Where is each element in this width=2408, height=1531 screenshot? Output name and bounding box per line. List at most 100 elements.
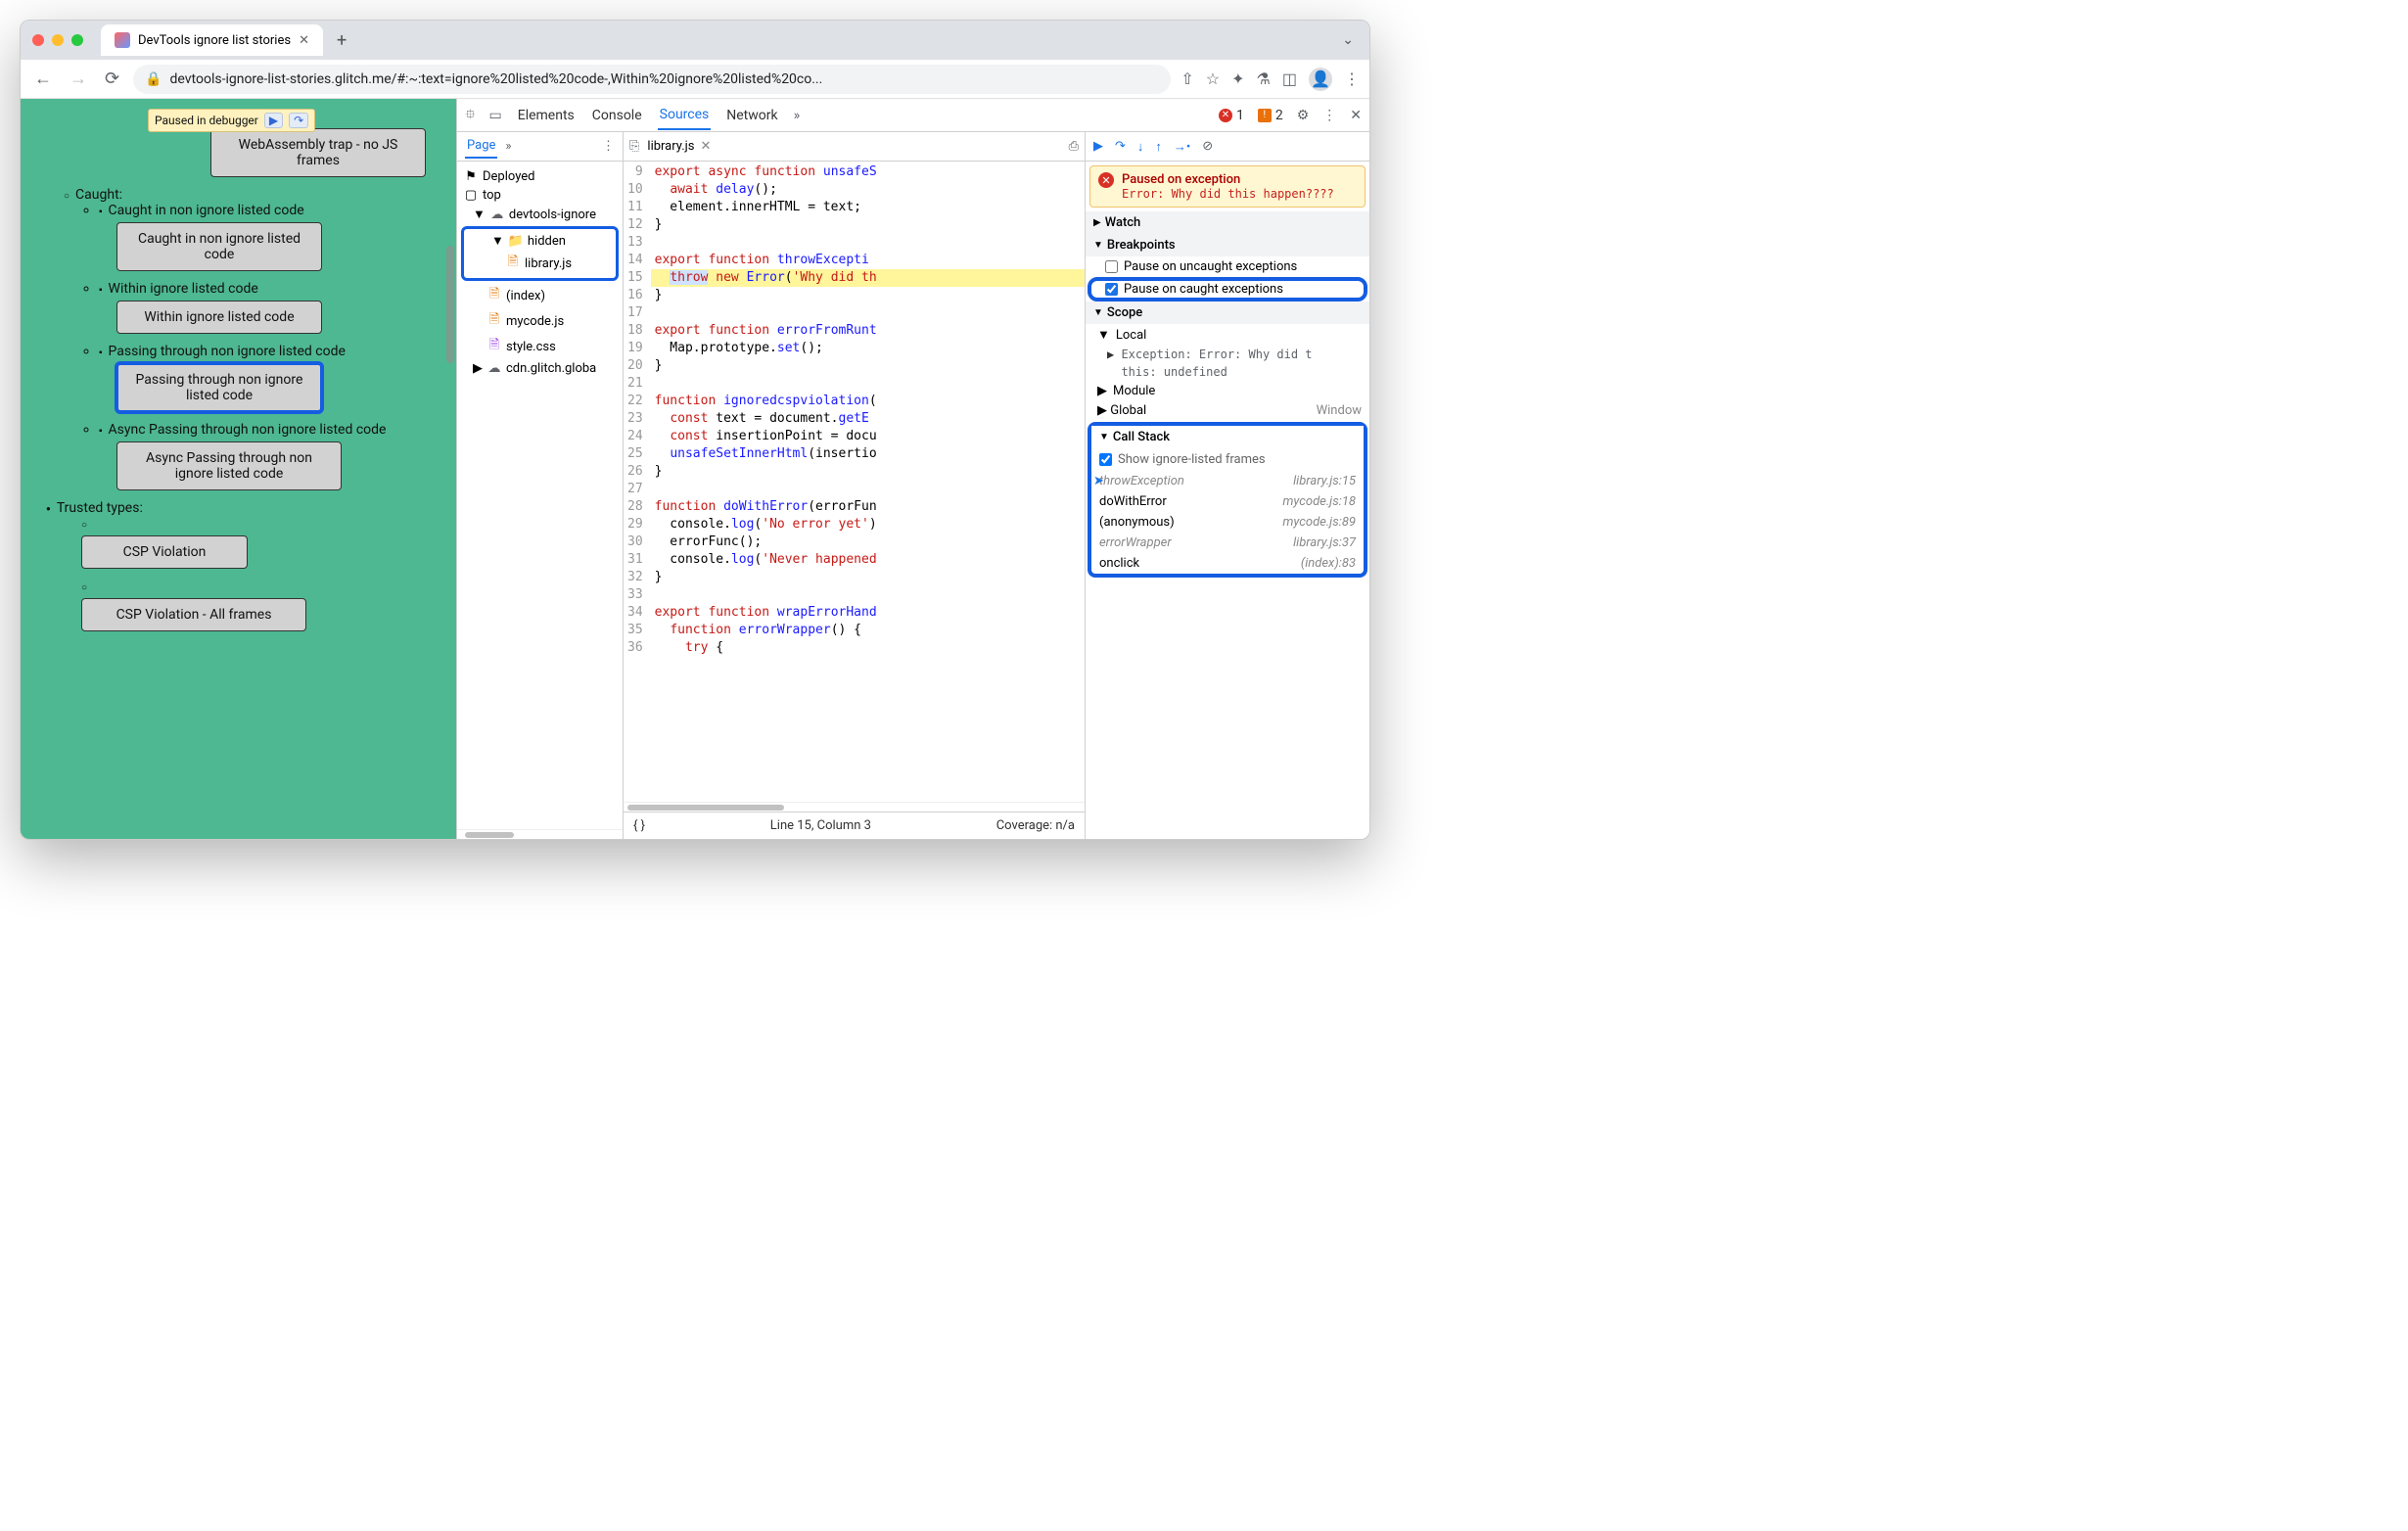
code-line[interactable]: element.innerHTML = text; [651,199,1085,216]
tab-sources[interactable]: Sources [658,101,712,130]
scope-global[interactable]: ▶ GlobalWindow [1086,401,1369,420]
code-line[interactable]: Map.prototype.set(); [651,340,1085,357]
nav-cdn[interactable]: ▶☁cdn.glitch.globa [461,359,619,378]
pretty-print-icon[interactable]: { } [633,818,645,833]
inspect-icon[interactable]: ⯐ [465,104,476,127]
code-line[interactable]: const text = document.getE [651,410,1085,428]
csp-violation-button[interactable]: CSP Violation [81,535,248,569]
navigator-menu-icon[interactable]: ⋮ [602,139,615,154]
editor-file-tab[interactable]: library.js ✕ [647,139,711,154]
tabs-dropdown-button[interactable]: ⌄ [1338,28,1358,52]
code-line[interactable]: await delay(); [651,181,1085,199]
code-line[interactable]: const insertionPoint = docu [651,428,1085,445]
code-line[interactable]: export function errorFromRunt [651,322,1085,340]
async-passing-button[interactable]: Async Passing through non ignore listed … [116,441,342,490]
passing-through-button[interactable]: Passing through non ignore listed code [116,363,322,412]
show-ignored-row[interactable]: Show ignore-listed frames [1091,448,1364,471]
tab-network[interactable]: Network [724,102,779,129]
share-icon[interactable]: ⇧ [1181,70,1193,88]
new-tab-button[interactable]: + [331,30,352,51]
bp-uncaught-checkbox[interactable] [1105,260,1118,273]
breakpoints-section[interactable]: ▼Breakpoints [1086,234,1369,256]
kebab-menu-icon[interactable]: ⋮ [1322,108,1336,123]
nav-mycode-file[interactable]: 🗎mycode.js [461,308,619,334]
nav-top[interactable]: ▢top [461,186,619,205]
callstack-section[interactable]: ▼Call Stack [1091,426,1364,448]
labs-icon[interactable]: ⚗ [1257,70,1271,88]
tab-console[interactable]: Console [590,102,644,129]
within-ignore-button[interactable]: Within ignore listed code [116,301,322,334]
bp-caught-row[interactable]: Pause on caught exceptions [1089,279,1366,300]
bp-uncaught-row[interactable]: Pause on uncaught exceptions [1086,256,1369,277]
nav-index-file[interactable]: 🗎(index) [461,283,619,308]
close-tab-icon[interactable]: ✕ [299,33,309,48]
code-line[interactable]: throw new Error('Why did th [651,269,1085,287]
tab-elements[interactable]: Elements [516,102,577,129]
deactivate-breakpoints-button[interactable]: ⊘ [1202,139,1213,154]
code-line[interactable] [651,375,1085,393]
device-toolbar-icon[interactable]: ▭ [489,108,502,123]
wasm-trap-button[interactable]: WebAssembly trap - no JS frames [210,128,426,177]
code-line[interactable]: console.log('No error yet') [651,516,1085,534]
extensions-icon[interactable]: ✦ [1231,70,1244,88]
scope-module[interactable]: ▶Module [1086,381,1369,401]
resume-icon[interactable]: ▶ [264,113,283,128]
callstack-frame[interactable]: (anonymous)mycode.js:89 [1091,512,1364,533]
code-line[interactable]: unsafeSetInnerHtml(insertio [651,445,1085,463]
code-line[interactable] [651,234,1085,252]
code-line[interactable]: } [651,216,1085,234]
callstack-frame[interactable]: errorWrapperlibrary.js:37 [1091,533,1364,553]
code-line[interactable]: export function wrapErrorHand [651,604,1085,622]
code-line[interactable]: function doWithError(errorFun [651,498,1085,516]
page-scrollbar-thumb[interactable] [446,246,454,363]
code-line[interactable]: } [651,463,1085,481]
code-line[interactable]: try { [651,639,1085,657]
code-line[interactable] [651,304,1085,322]
step-over-icon[interactable]: ↷ [289,113,308,128]
code-line[interactable]: } [651,569,1085,586]
browser-tab[interactable]: DevTools ignore list stories ✕ [101,24,323,56]
bp-caught-checkbox[interactable] [1105,283,1118,296]
maximize-window-button[interactable] [71,34,83,46]
show-ignored-checkbox[interactable] [1099,453,1112,466]
close-window-button[interactable] [32,34,44,46]
editor-hscroll[interactable] [624,802,1085,812]
close-file-icon[interactable]: ✕ [701,139,712,154]
code-line[interactable]: function errorWrapper() { [651,622,1085,639]
watch-section[interactable]: ▶Watch [1086,211,1369,234]
sidepanel-icon[interactable]: ◫ [1282,70,1297,88]
nav-origin[interactable]: ▼☁devtools-ignore [461,205,619,224]
address-bar[interactable]: 🔒 devtools-ignore-list-stories.glitch.me… [133,65,1171,94]
code-line[interactable] [651,586,1085,604]
code-line[interactable]: export async function unsafeS [651,163,1085,181]
bookmark-icon[interactable]: ☆ [1206,70,1220,88]
minimize-window-button[interactable] [52,34,64,46]
nav-style-file[interactable]: 🗎style.css [461,334,619,359]
code-line[interactable]: function ignoredcspviolation( [651,393,1085,410]
resume-button[interactable]: ▶ [1093,139,1103,154]
code-editor[interactable]: 9101112131415161718192021222324252627282… [624,162,1085,802]
lock-icon[interactable]: 🔒 [145,71,162,87]
scope-exception[interactable]: ▶ Exception: Error: Why did t [1086,346,1369,363]
code-line[interactable]: } [651,287,1085,304]
csp-violation-all-button[interactable]: CSP Violation - All frames [81,598,306,631]
callstack-frame[interactable]: doWithErrormycode.js:18 [1091,491,1364,512]
scope-local[interactable]: ▼Local [1086,324,1369,346]
scope-section[interactable]: ▼Scope [1086,302,1369,324]
step-into-button[interactable]: ↓ [1137,139,1144,155]
toggle-debugger-icon[interactable]: ⎙ [1069,139,1079,154]
step-over-button[interactable]: ↷ [1115,139,1126,154]
toggle-navigator-icon[interactable]: ⎘ [629,139,639,154]
code-line[interactable]: console.log('Never happened [651,551,1085,569]
navigator-tab-page[interactable]: Page [465,134,497,159]
errors-badge[interactable]: ✕1 [1219,108,1244,123]
navigator-hscroll[interactable] [457,829,623,839]
issues-badge[interactable]: !2 [1258,108,1283,123]
nav-deployed[interactable]: ⚑Deployed [461,167,619,186]
code-line[interactable]: } [651,357,1085,375]
navigator-more-icon[interactable]: » [505,139,511,154]
step-out-button[interactable]: ↑ [1155,139,1162,155]
step-button[interactable]: →• [1174,139,1190,155]
forward-button[interactable]: → [66,65,91,93]
nav-hidden-folder[interactable]: ▼📁hidden [466,231,614,251]
